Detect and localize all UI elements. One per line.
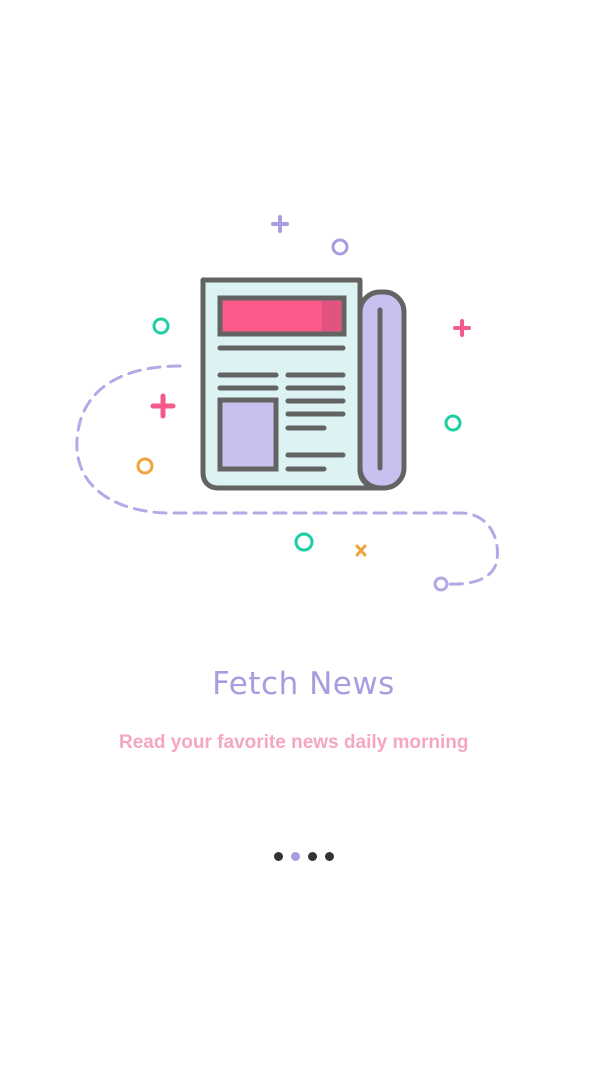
circle-icon-orange [136,457,154,475]
onboarding-screen: Fetch News Read your favorite news daily… [0,0,607,1080]
plus-icon-lavender [271,215,289,233]
circle-icon-teal-bottom [294,532,314,552]
x-icon-orange [355,544,367,557]
page-title: Fetch News [212,666,395,702]
page-indicator [0,852,607,861]
page-dot-2-active[interactable] [290,852,300,861]
page-dot-3[interactable] [307,852,317,861]
page-subtitle: Read your favorite news daily morning [119,732,469,753]
plus-icon-pink-large [150,393,176,419]
page-dot-4[interactable] [324,852,334,861]
plus-icon-pink [453,319,471,337]
newspaper-photo [217,397,279,472]
newspaper-icon [200,277,407,491]
newspaper-illustration [75,215,500,592]
page-dot-1[interactable] [273,852,283,861]
trail-end-circle [433,576,449,592]
circle-icon-teal [152,317,170,335]
circle-icon-lavender [331,238,349,256]
circle-icon-teal-right [444,414,462,432]
